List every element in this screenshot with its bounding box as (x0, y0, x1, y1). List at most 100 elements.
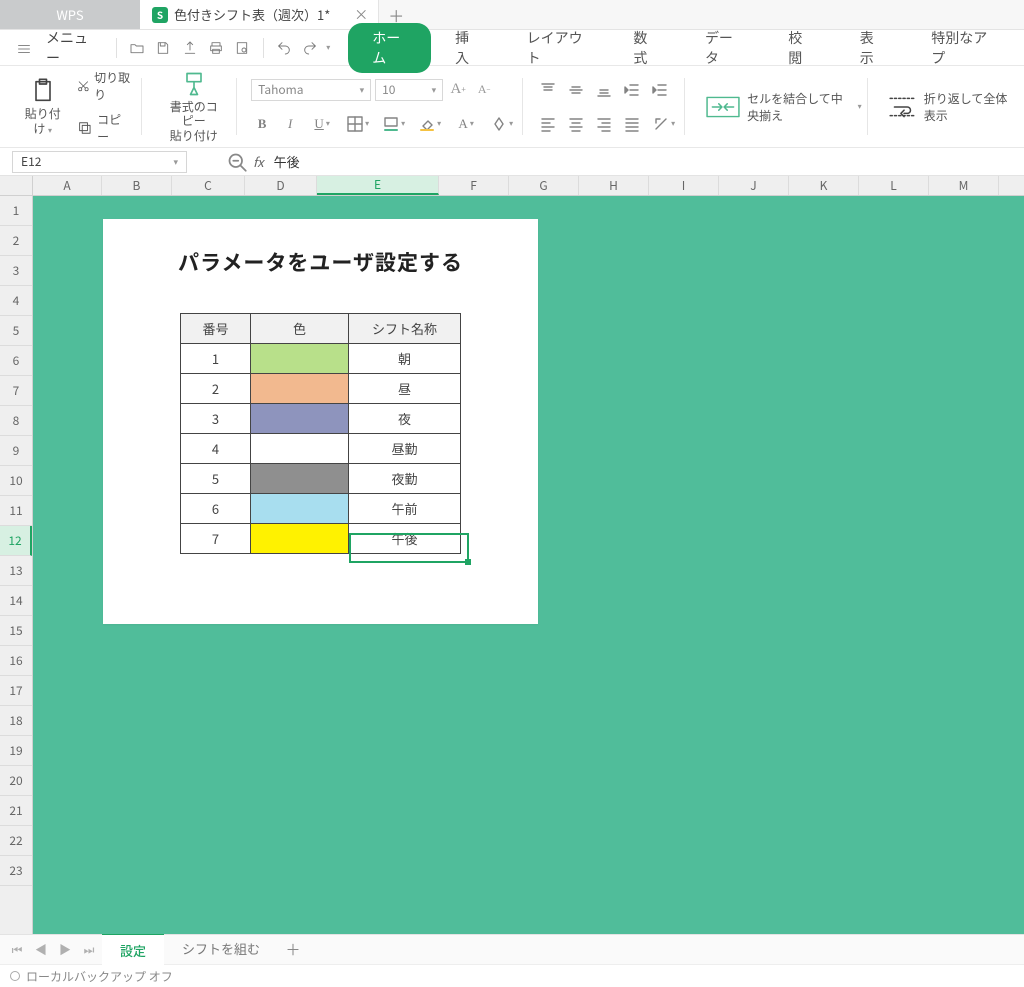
col-header-C[interactable]: C (172, 176, 245, 195)
column-headers[interactable]: ABCDEFGHIJKLM (33, 176, 1024, 196)
row-header-9[interactable]: 9 (0, 436, 32, 466)
bold-icon[interactable]: B (251, 113, 273, 135)
export-icon[interactable] (179, 37, 199, 59)
align-top-icon[interactable] (537, 79, 559, 101)
wrap-text-icon-button[interactable] (882, 92, 924, 122)
ribbon-tab-0[interactable]: ホーム (348, 23, 431, 73)
ribbon-tab-4[interactable]: データ (681, 23, 764, 73)
borders-icon[interactable]: ▾ (343, 113, 373, 135)
col-header-L[interactable]: L (859, 176, 929, 195)
col-header-J[interactable]: J (719, 176, 789, 195)
sheet-tab-0[interactable]: 設定 (102, 933, 164, 966)
decrease-indent-icon[interactable] (621, 79, 643, 101)
fill-color-icon[interactable]: ▾ (415, 113, 445, 135)
row-header-12[interactable]: 12 (0, 526, 32, 556)
copy-button[interactable]: コピー (73, 109, 136, 147)
row-header-4[interactable]: 4 (0, 286, 32, 316)
align-left-icon[interactable] (537, 113, 559, 135)
redo-icon[interactable] (300, 37, 320, 59)
ribbon-tab-2[interactable]: レイアウト (503, 23, 610, 73)
justify-icon[interactable] (621, 113, 643, 135)
ribbon-tab-3[interactable]: 数式 (609, 23, 681, 73)
row-header-10[interactable]: 10 (0, 466, 32, 496)
col-header-K[interactable]: K (789, 176, 859, 195)
ribbon-tab-6[interactable]: 表示 (836, 23, 908, 73)
undo-icon[interactable] (273, 37, 293, 59)
merge-center-button[interactable]: セルを結合して中央揃え▾ (747, 90, 862, 124)
align-center-icon[interactable] (565, 113, 587, 135)
row-header-13[interactable]: 13 (0, 556, 32, 586)
col-header-D[interactable]: D (245, 176, 317, 195)
col-header-A[interactable]: A (33, 176, 102, 195)
increase-indent-icon[interactable] (649, 79, 671, 101)
font-color-icon[interactable]: A▾ (451, 113, 481, 135)
ribbon-tab-5[interactable]: 校閲 (764, 23, 836, 73)
row-header-19[interactable]: 19 (0, 736, 32, 766)
col-header-M[interactable]: M (929, 176, 999, 195)
sheet-tab-1[interactable]: シフトを組む (164, 933, 278, 966)
row-header-21[interactable]: 21 (0, 796, 32, 826)
fill-cell-icon[interactable]: ▾ (379, 113, 409, 135)
sheet-nav-first-icon[interactable]: ⏮ (6, 939, 28, 961)
row-header-8[interactable]: 8 (0, 406, 32, 436)
col-header-I[interactable]: I (649, 176, 719, 195)
col-header-F[interactable]: F (439, 176, 509, 195)
close-tab-button[interactable]: × (354, 5, 368, 25)
cut-button[interactable]: 切り取り (73, 67, 136, 105)
zoom-cell-icon[interactable] (227, 152, 247, 172)
align-right-icon[interactable] (593, 113, 615, 135)
row-header-23[interactable]: 23 (0, 856, 32, 886)
col-header-B[interactable]: B (102, 176, 172, 195)
align-bottom-icon[interactable] (593, 79, 615, 101)
italic-icon[interactable]: I (279, 113, 301, 135)
ribbon-tab-7[interactable]: 特別なアプ (907, 23, 1014, 73)
row-headers[interactable]: 1234567891011121314151617181920212223 (0, 196, 33, 934)
row-header-15[interactable]: 15 (0, 616, 32, 646)
save-icon[interactable] (153, 37, 173, 59)
wrap-text-button[interactable]: 折り返して全体表示 (924, 90, 1012, 124)
row-header-11[interactable]: 11 (0, 496, 32, 526)
row-header-5[interactable]: 5 (0, 316, 32, 346)
cells-canvas[interactable]: パラメータをユーザ設定する 番号 色 シフト名称 1朝2昼3夜4昼勤5夜勤6午前… (33, 196, 1024, 934)
row-header-1[interactable]: 1 (0, 196, 32, 226)
underline-icon[interactable]: U▾ (307, 113, 337, 135)
row-header-17[interactable]: 17 (0, 676, 32, 706)
col-header-G[interactable]: G (509, 176, 579, 195)
sheet-nav-prev-icon[interactable]: ◀ (30, 939, 52, 961)
document-tab[interactable]: S 色付きシフト表（週次）1* × (140, 0, 379, 29)
print-preview-icon[interactable] (232, 37, 252, 59)
increase-font-icon[interactable]: A+ (447, 79, 469, 101)
font-size-combo[interactable]: 10▾ (375, 79, 443, 101)
qat-more-icon[interactable]: ▾ (326, 42, 330, 53)
merge-cells-button-icon[interactable] (699, 92, 747, 122)
fx-icon[interactable]: fx (253, 152, 264, 171)
row-header-3[interactable]: 3 (0, 256, 32, 286)
name-box[interactable]: E12▾ (12, 151, 187, 173)
row-header-6[interactable]: 6 (0, 346, 32, 376)
row-header-16[interactable]: 16 (0, 646, 32, 676)
spreadsheet-grid[interactable]: ABCDEFGHIJKLM 12345678910111213141516171… (0, 176, 1024, 934)
open-icon[interactable] (127, 37, 147, 59)
row-header-18[interactable]: 18 (0, 706, 32, 736)
align-middle-icon[interactable] (565, 79, 587, 101)
paste-button[interactable]: 貼り付け ▾ (12, 73, 73, 140)
row-header-22[interactable]: 22 (0, 826, 32, 856)
highlight-icon[interactable]: ▾ (487, 113, 517, 135)
sheet-nav-last-icon[interactable]: ⏭ (78, 939, 100, 961)
formula-input[interactable]: 午後 (264, 152, 1024, 171)
select-all-corner[interactable] (0, 176, 33, 196)
print-icon[interactable] (206, 37, 226, 59)
format-painter-button[interactable]: 書式のコピー 貼り付け (156, 66, 231, 147)
hamburger-icon[interactable]: ≡ (10, 36, 38, 60)
menu-button[interactable]: メニュー (44, 28, 106, 68)
decrease-font-icon[interactable]: A− (473, 79, 495, 101)
col-header-E[interactable]: E (317, 176, 439, 195)
sheet-nav-next-icon[interactable]: ▶ (54, 939, 76, 961)
row-header-20[interactable]: 20 (0, 766, 32, 796)
ribbon-tab-1[interactable]: 挿入 (431, 23, 503, 73)
orientation-icon[interactable]: ▾ (649, 113, 679, 135)
font-name-combo[interactable]: Tahoma▾ (251, 79, 371, 101)
app-tab[interactable]: WPS (0, 0, 140, 29)
row-header-14[interactable]: 14 (0, 586, 32, 616)
row-header-2[interactable]: 2 (0, 226, 32, 256)
